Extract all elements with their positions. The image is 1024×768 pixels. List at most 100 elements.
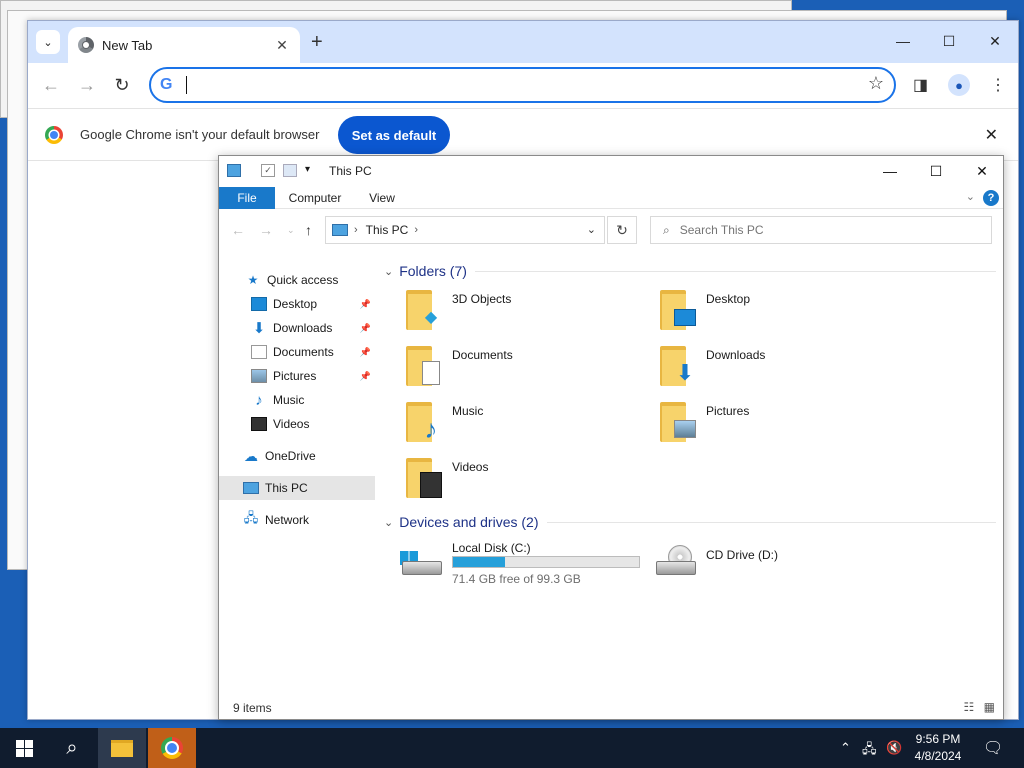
folder-documents[interactable]: Documents [406, 344, 646, 394]
navigation-pane: ★ Quick access Desktop 📌 ⬇ Downloads 📌 D… [219, 266, 377, 686]
nav-label: Quick access [267, 273, 339, 287]
volume-muted-icon[interactable]: 🔇 [886, 740, 902, 756]
breadcrumb-separator-icon[interactable]: › [414, 224, 418, 236]
nav-music[interactable]: ♪ Music [219, 388, 375, 412]
nav-documents[interactable]: Documents 📌 [219, 340, 375, 364]
folder-3d-objects[interactable]: ◆ 3D Objects [406, 288, 646, 338]
chrome-maximize-button[interactable]: ☐ [926, 21, 972, 61]
new-folder-icon[interactable] [283, 164, 297, 177]
taskbar-clock[interactable]: 9:56 PM 4/8/2024 [906, 731, 970, 765]
taskbar-file-explorer[interactable] [98, 728, 146, 768]
disk-usage-fill [453, 557, 506, 567]
ribbon-tab-file[interactable]: File [219, 187, 275, 209]
explorer-close-button[interactable]: ✕ [959, 156, 1005, 186]
chrome-favicon-icon [78, 37, 94, 53]
nav-downloads[interactable]: ⬇ Downloads 📌 [219, 316, 375, 340]
customize-toolbar-chevron-icon[interactable]: ▾ [305, 164, 310, 175]
nav-onedrive[interactable]: ☁ OneDrive [219, 444, 375, 468]
taskbar-chrome[interactable] [148, 728, 196, 768]
nav-videos[interactable]: Videos [219, 412, 375, 436]
devices-group-header[interactable]: ⌄ Devices and drives (2) [384, 511, 996, 533]
show-hidden-icons-chevron-icon[interactable]: ⌃ [840, 740, 851, 756]
omnibox[interactable]: G ☆ [149, 67, 896, 103]
folder-pictures[interactable]: Pictures [660, 400, 900, 450]
forward-arrow-icon[interactable]: → [259, 222, 273, 238]
folder-icon [111, 739, 133, 757]
explorer-title: This PC [329, 164, 372, 178]
status-item-count: 9 items [233, 701, 272, 715]
menu-kebab-icon[interactable]: ⋮ [990, 75, 1006, 95]
help-icon[interactable]: ? [983, 190, 999, 206]
details-view-icon[interactable]: ☷ [964, 700, 975, 714]
new-tab-button[interactable]: + [311, 30, 323, 54]
folder-videos[interactable]: Videos [406, 456, 646, 506]
recent-locations-chevron-icon[interactable]: ⌄ [287, 225, 295, 236]
default-browser-infobar: Google Chrome isn't your default browser… [28, 109, 1018, 161]
tab-close-icon[interactable]: ✕ [274, 37, 290, 54]
up-arrow-icon[interactable]: ↑ [305, 222, 312, 238]
bookmark-star-icon[interactable]: ☆ [868, 73, 884, 94]
set-as-default-button[interactable]: Set as default [338, 116, 450, 154]
profile-avatar-icon[interactable]: ● [948, 74, 970, 96]
folders-group-header[interactable]: ⌄ Folders (7) [384, 260, 996, 282]
tab-search-button[interactable]: ⌄ [36, 30, 60, 54]
chrome-minimize-button[interactable]: — [880, 21, 926, 61]
nav-network[interactable]: 🖧 Network [219, 508, 375, 532]
drive-local-disk-c[interactable]: Local Disk (C:) 71.4 GB free of 99.3 GB [400, 541, 660, 591]
back-arrow-icon[interactable]: ← [231, 222, 245, 238]
ribbon-tab-view[interactable]: View [357, 187, 407, 209]
nav-label: Downloads [273, 321, 333, 335]
search-box[interactable]: ⌕ [650, 216, 992, 244]
taskbar: ⌕ ⌃ 🖧 🔇 9:56 PM 4/8/2024 🗨 [0, 728, 1024, 768]
tab-new-tab[interactable]: New Tab ✕ [68, 27, 300, 63]
notifications-icon[interactable]: 🗨 [983, 738, 1003, 758]
disk-usage-bar [452, 556, 640, 568]
nav-pictures[interactable]: Pictures 📌 [219, 364, 375, 388]
divider [474, 270, 996, 272]
forward-arrow-icon[interactable]: → [76, 75, 98, 96]
folder-name: Music [452, 404, 484, 418]
content-pane: ⌄ Folders (7) ◆ 3D Objects Desktop Docum… [384, 260, 996, 700]
infobar-message: Google Chrome isn't your default browser [80, 127, 320, 142]
chrome-close-button[interactable]: ✕ [972, 21, 1018, 61]
large-icons-view-icon[interactable]: ▦ [984, 700, 995, 714]
nav-this-pc[interactable]: This PC [219, 476, 375, 500]
folder-desktop[interactable]: Desktop [660, 288, 900, 338]
pin-icon: 📌 [359, 298, 371, 309]
star-icon: ★ [247, 273, 259, 287]
drive-cd-d[interactable]: CD Drive (D:) [654, 541, 854, 591]
folder-music[interactable]: ♪ Music [406, 400, 646, 450]
search-icon[interactable]: ⌕ [48, 728, 96, 768]
properties-icon[interactable]: ✓ [261, 164, 275, 177]
nav-desktop[interactable]: Desktop 📌 [219, 292, 375, 316]
ribbon-tab-computer[interactable]: Computer [283, 187, 347, 209]
folder-icon: ♪ [406, 402, 444, 444]
explorer-minimize-button[interactable]: — [867, 156, 913, 186]
folder-downloads[interactable]: ⬇ Downloads [660, 344, 900, 394]
nav-label: Documents [273, 345, 334, 359]
back-arrow-icon[interactable]: ← [40, 75, 62, 96]
start-button[interactable] [0, 728, 48, 768]
side-panel-icon[interactable]: ◨ [913, 75, 928, 95]
desktop-icon [251, 297, 267, 311]
address-dropdown-chevron-icon[interactable]: ⌄ [587, 223, 596, 236]
search-input[interactable] [679, 223, 960, 237]
breadcrumb-this-pc[interactable]: This PC [366, 223, 409, 237]
expand-ribbon-chevron-icon[interactable]: ⌄ [966, 190, 975, 203]
nav-label: OneDrive [265, 449, 316, 463]
refresh-button[interactable]: ↻ [607, 216, 637, 244]
reload-icon[interactable]: ↻ [111, 75, 133, 96]
address-bar[interactable]: › This PC › ⌄ [325, 216, 605, 244]
music-note-icon: ♪ [255, 391, 263, 409]
chrome-logo-icon [161, 737, 183, 759]
this-pc-icon [227, 164, 241, 177]
explorer-maximize-button[interactable]: ☐ [913, 156, 959, 186]
folder-name: Pictures [706, 404, 750, 418]
nav-quick-access[interactable]: ★ Quick access [219, 268, 375, 292]
this-pc-icon [332, 224, 348, 236]
infobar-close-icon[interactable]: ✕ [985, 125, 998, 145]
network-status-icon[interactable]: 🖧 [862, 740, 877, 762]
pin-icon: 📌 [359, 322, 371, 333]
nav-label: Network [265, 513, 310, 527]
folder-name: 3D Objects [452, 292, 512, 306]
